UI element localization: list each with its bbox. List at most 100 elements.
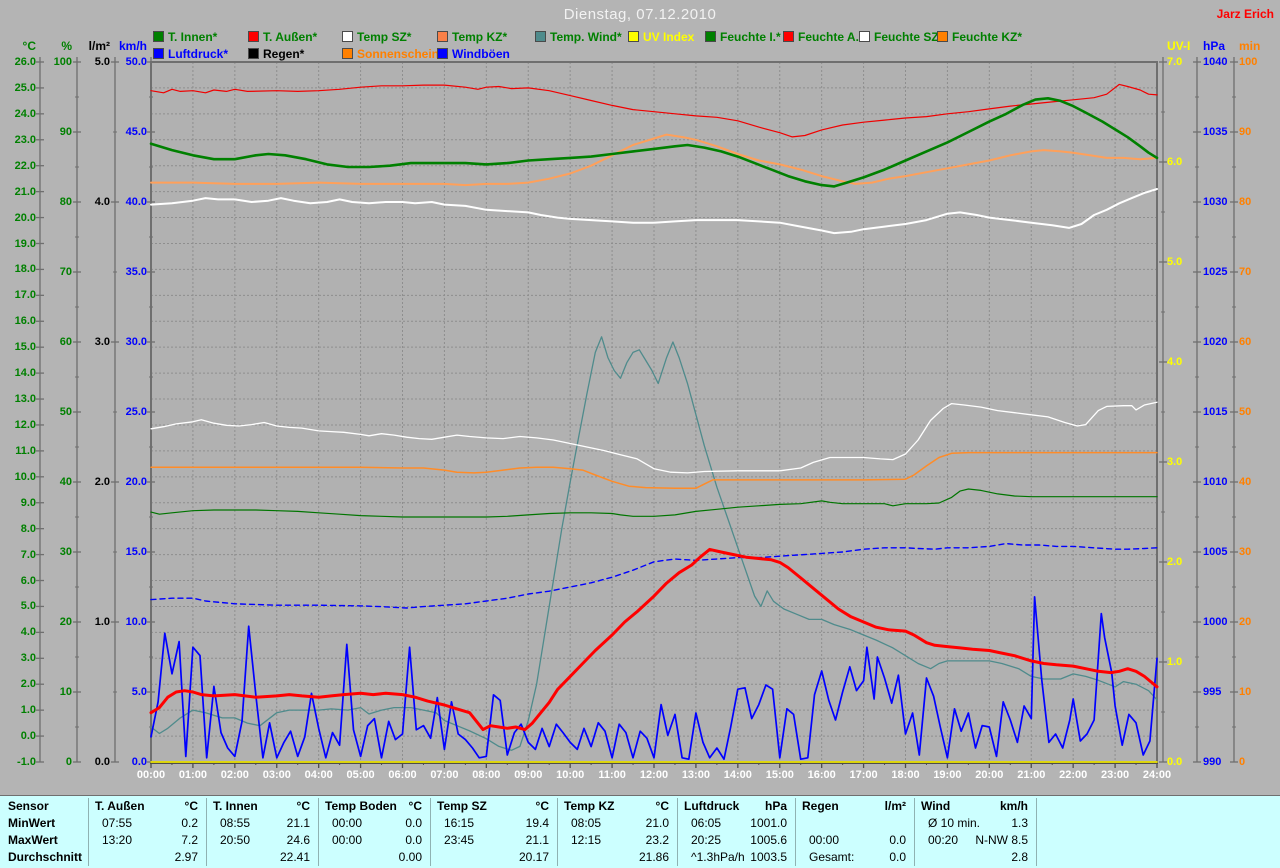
table-cell-value: N-NW 8.5 xyxy=(975,833,1028,847)
axis-tick-label: 35.0 xyxy=(125,266,147,278)
table-cell-value: 1003.5 xyxy=(750,850,787,864)
axis-tick-label: 90 xyxy=(59,126,72,138)
axis-tick-label: 45.0 xyxy=(125,126,147,138)
axis-tick-label: 13.0 xyxy=(14,393,36,405)
x-axis-label: 22:00 xyxy=(1059,769,1088,781)
axis-tick-label: 25.0 xyxy=(14,81,36,94)
axis-tick-label: 10 xyxy=(59,686,72,698)
table-cell-value: 0.0 xyxy=(405,816,422,830)
axis-tick-label: 17.0 xyxy=(14,289,36,302)
axis-tick-label: 1.0 xyxy=(1167,656,1183,668)
table-cell-value: 0.0 xyxy=(405,833,422,847)
x-axis-label: 02:00 xyxy=(220,769,249,781)
axis-tick-label: 22.0 xyxy=(14,159,36,172)
table-row-label: Sensor xyxy=(8,799,49,813)
table-column-unit: l/m² xyxy=(884,799,906,813)
x-axis-label: 07:00 xyxy=(430,769,459,781)
table-row-label: MinWert xyxy=(8,816,56,830)
axis-tick-label: 40 xyxy=(1239,476,1252,488)
axis-tick-label: 21.0 xyxy=(14,185,36,198)
axis-tick-label: 90 xyxy=(1239,126,1252,138)
axis-tick-label: 4.0 xyxy=(20,626,36,639)
x-axis-label: 10:00 xyxy=(556,769,585,781)
x-axis-label: 15:00 xyxy=(765,769,794,781)
x-axis-label: 20:00 xyxy=(975,769,1004,781)
axis-tick-label: 50 xyxy=(59,406,72,418)
axis-tick-label: 80 xyxy=(1239,196,1252,208)
axis-tick-label: 6.0 xyxy=(1167,156,1183,168)
table-cell-value: 21.1 xyxy=(286,816,310,830)
axis-tick-label: 25.0 xyxy=(125,406,147,418)
x-axis-label: 19:00 xyxy=(933,769,962,781)
axis-tick-label: 30.0 xyxy=(125,336,147,348)
axis-tick-label: 20.0 xyxy=(14,211,36,224)
axis-tick-label: 24.0 xyxy=(14,107,36,120)
table-cell-value: 24.6 xyxy=(286,833,310,847)
table-column-unit: °C xyxy=(535,799,549,813)
axis-tick-label: 5.0 xyxy=(131,686,147,698)
axis-tick-label: 10.0 xyxy=(125,616,147,628)
table-cell-value: 0.2 xyxy=(181,816,198,830)
x-axis-label: 04:00 xyxy=(304,769,333,781)
x-axis-label: 16:00 xyxy=(807,769,836,781)
x-axis-label: 13:00 xyxy=(681,769,710,781)
x-axis-label: 00:00 xyxy=(136,769,166,781)
axis-tick-label: 19.0 xyxy=(14,237,36,250)
axis-tick-label: 50.0 xyxy=(125,56,147,68)
table-cell-value: 2.97 xyxy=(174,850,198,864)
x-axis-label: 06:00 xyxy=(388,769,417,781)
axis-tick-label: 11.0 xyxy=(15,444,36,457)
axis-tick-label: 1.0 xyxy=(20,704,36,717)
axis-tick-label: 4.0 xyxy=(1167,356,1183,368)
x-axis-label: 01:00 xyxy=(178,769,207,781)
axis-unit-label: km/h xyxy=(118,39,147,53)
table-cell-value: 1001.0 xyxy=(750,816,787,830)
axis-tick-label: 3.0 xyxy=(1167,456,1183,468)
axis-tick-label: 2.0 xyxy=(1167,556,1183,568)
axis-tick-label: 8.0 xyxy=(20,522,36,535)
axis-tick-label: 16.0 xyxy=(14,315,36,328)
x-axis-label: 23:00 xyxy=(1101,769,1130,781)
axis-tick-label: 60 xyxy=(1239,336,1252,348)
table-cell-value: 2.8 xyxy=(1011,850,1028,864)
axis-tick-label: 20.0 xyxy=(125,476,147,488)
axis-tick-label: 14.0 xyxy=(14,367,36,380)
table-cell-value: 1.3 xyxy=(1011,816,1028,830)
axis-tick-label: 12.0 xyxy=(14,419,36,431)
table-cell-value: 0.00 xyxy=(398,850,422,864)
axis-tick-label: 3.0 xyxy=(20,652,36,665)
table-column-unit: km/h xyxy=(999,799,1028,813)
table-cell-value: 0.0 xyxy=(889,850,906,864)
axis-tick-label: 70 xyxy=(59,266,72,278)
axis-tick-label: 6.0 xyxy=(20,574,36,587)
table-column-unit: °C xyxy=(408,799,422,813)
table-cell-value: 0.0 xyxy=(889,833,906,847)
x-axis-label: 17:00 xyxy=(849,769,878,781)
axis-unit-label: min xyxy=(1239,39,1261,53)
table-cell-value: 21.86 xyxy=(638,850,669,864)
table-column-separator xyxy=(1036,798,1037,866)
chart-plot xyxy=(36,57,1238,768)
x-axis-label: 21:00 xyxy=(1017,769,1046,781)
axis-tick-label: 0 xyxy=(1239,756,1246,768)
x-axis-label: 11:00 xyxy=(598,769,626,781)
table-cell-value: 20.17 xyxy=(518,850,549,864)
axis-tick-label: 15.0 xyxy=(125,546,147,558)
table-column-unit: hPa xyxy=(764,799,787,813)
x-axis-label: 08:00 xyxy=(472,769,501,781)
x-axis-label: 09:00 xyxy=(514,769,543,781)
axis-tick-label: 30 xyxy=(1239,546,1252,558)
axis-tick-label: 9.0 xyxy=(20,496,36,509)
table-column-unit: °C xyxy=(296,799,310,813)
axis-tick-label: 100 xyxy=(1239,56,1258,68)
table-cell-value: 23.2 xyxy=(645,833,669,847)
table-cell-value: 7.2 xyxy=(181,833,198,847)
table-column-unit: °C xyxy=(184,799,198,813)
table-cell-value: 19.4 xyxy=(525,816,549,830)
x-axis-label: 03:00 xyxy=(262,769,291,781)
table-cell-value: 21.0 xyxy=(645,816,669,830)
axis-tick-label: 0.0 xyxy=(20,730,36,743)
axis-tick-label: 70 xyxy=(1239,266,1252,278)
summary-table: Sensor MinWert MaxWert Durchschnitt T. Außen… xyxy=(0,795,1280,868)
table-cell-value: 1005.6 xyxy=(750,833,787,847)
